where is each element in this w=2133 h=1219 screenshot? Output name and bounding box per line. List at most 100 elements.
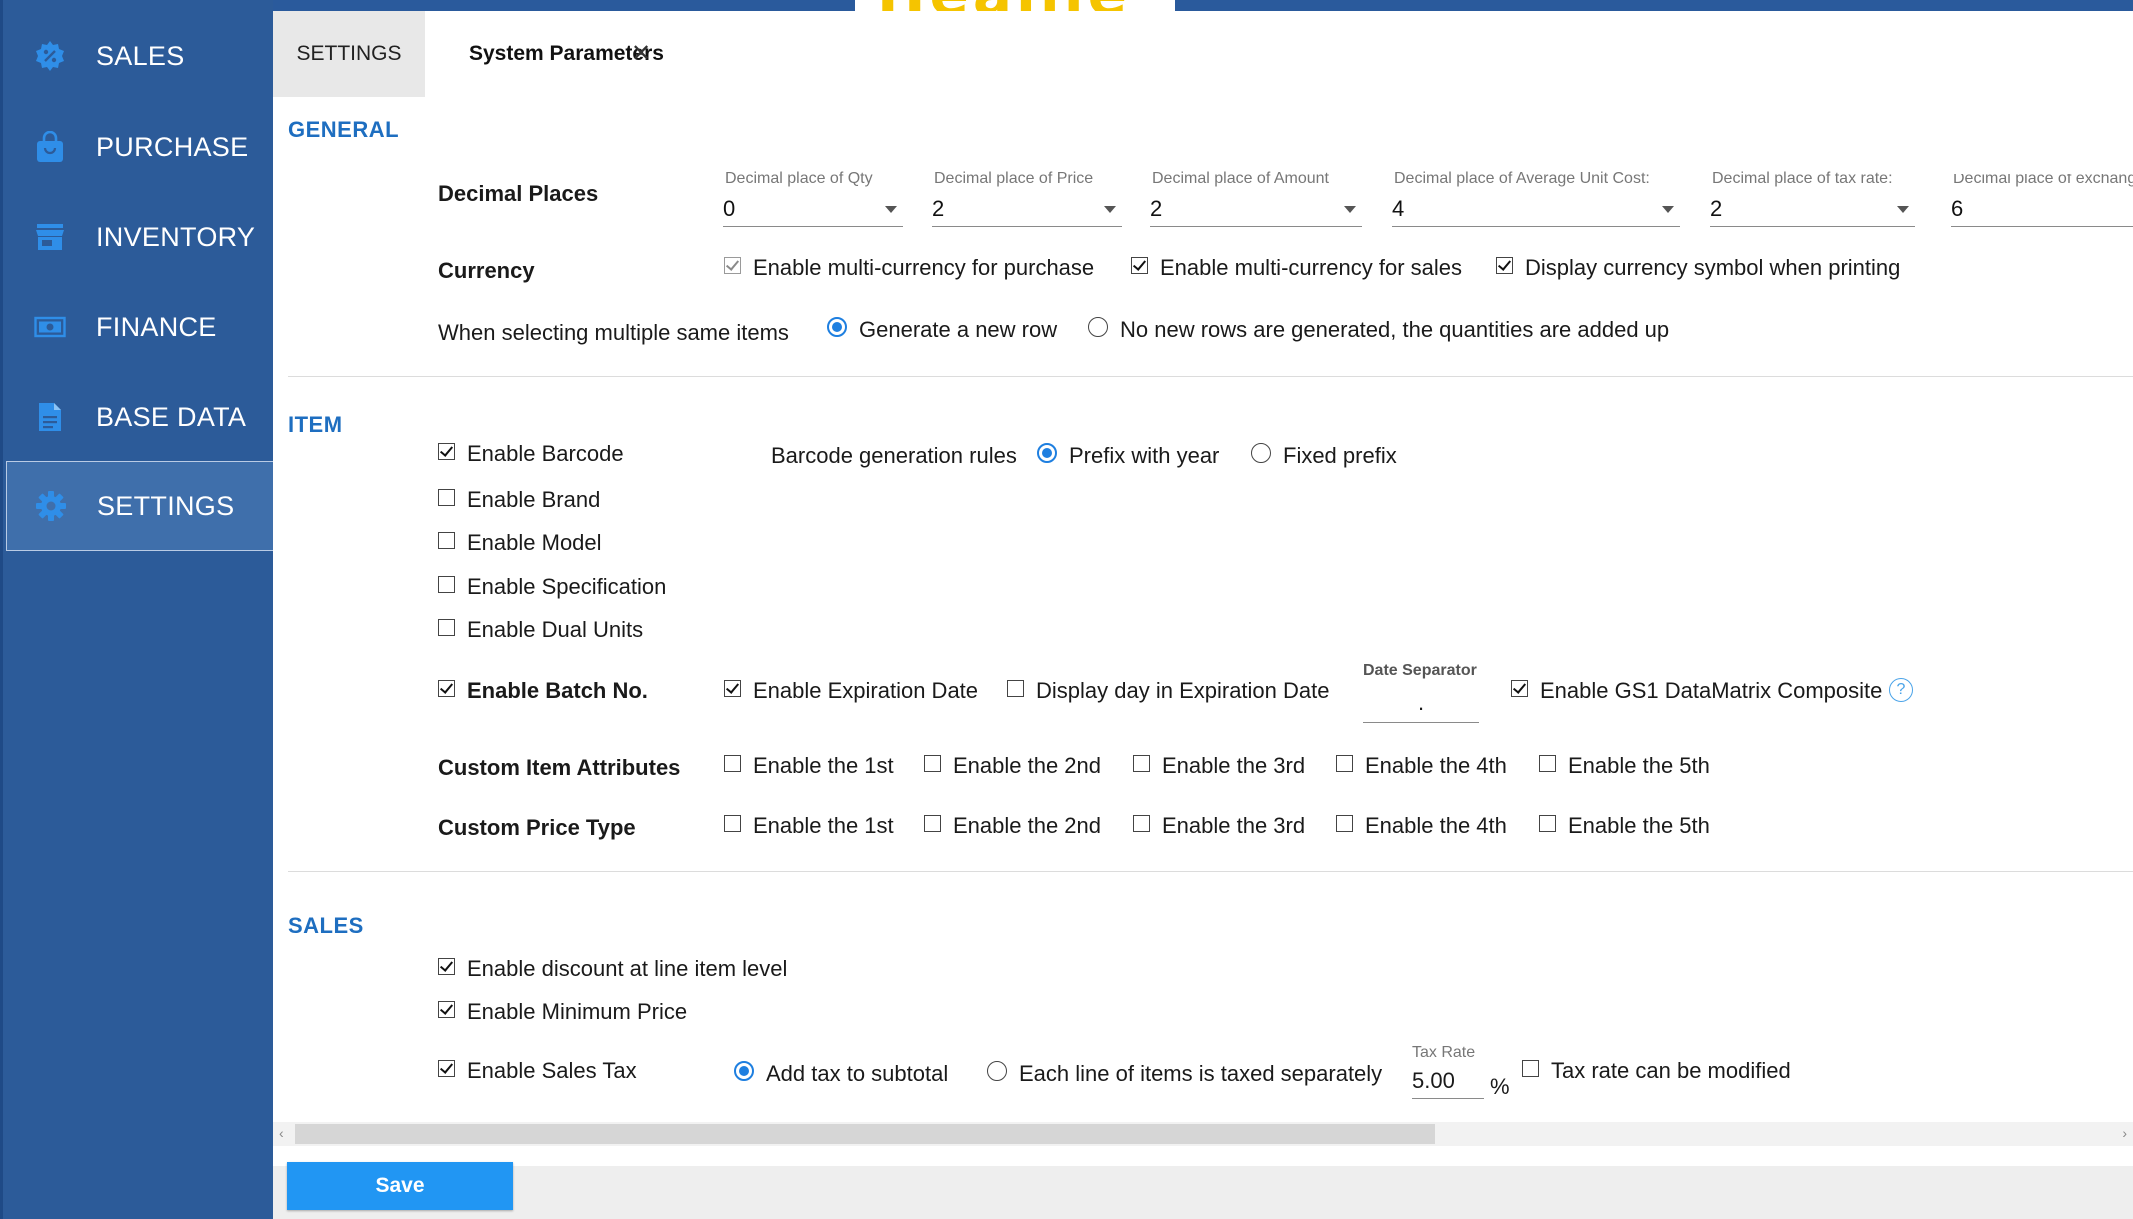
enable-expiration-date-checkbox[interactable]: Enable Expiration Date xyxy=(724,678,978,704)
enable-dual-units-checkbox[interactable]: Enable Dual Units xyxy=(438,617,643,643)
close-icon[interactable]: ✕ xyxy=(631,39,651,68)
tab-system-parameters[interactable]: System Parameters ✕ xyxy=(425,11,665,97)
percent-unit: % xyxy=(1490,1074,1510,1099)
enable-sales-tax-checkbox[interactable]: Enable Sales Tax xyxy=(438,1058,637,1084)
scroll-right-arrow-icon[interactable]: › xyxy=(2122,1125,2127,1141)
chevron-down-icon xyxy=(885,206,897,213)
checkbox-label: Enable Expiration Date xyxy=(753,678,979,703)
checkbox-box xyxy=(1007,679,1024,697)
store-icon xyxy=(32,219,68,255)
section-title-general: GENERAL xyxy=(288,117,400,142)
sidebar-item-label: SETTINGS xyxy=(97,490,235,521)
price-type-4-checkbox[interactable]: Enable the 4th xyxy=(1336,813,1507,839)
tax-rate-modifiable-checkbox[interactable]: Tax rate can be modified xyxy=(1522,1058,1791,1084)
radio-label: Prefix with year xyxy=(1069,443,1220,468)
multi-currency-purchase-checkbox[interactable]: Enable multi-currency for purchase xyxy=(724,255,1094,281)
footer-bar xyxy=(273,1166,2133,1219)
checkbox-label: Enable discount at line item level xyxy=(467,956,788,981)
enable-batch-no-checkbox[interactable]: Enable Batch No. xyxy=(438,678,648,704)
radio-dot xyxy=(1088,317,1108,337)
sidebar-item-label: INVENTORY xyxy=(96,221,256,252)
checkbox-label: Enable the 3rd xyxy=(1162,813,1306,838)
generate-new-row-radio[interactable]: Generate a new row xyxy=(827,317,1057,343)
chevron-down-icon xyxy=(1344,206,1356,213)
date-separator-input[interactable]: . xyxy=(1363,690,1479,723)
tax-rate-input[interactable]: 5.00 xyxy=(1412,1068,1484,1099)
radio-dot xyxy=(1251,443,1271,463)
prefix-with-year-radio[interactable]: Prefix with year xyxy=(1037,443,1219,469)
checkbox-label: Enable the 4th xyxy=(1365,813,1507,838)
tab-strip: SETTINGS System Parameters ✕ xyxy=(273,11,2133,97)
field-value: 4 xyxy=(1392,196,1405,221)
checkbox-box xyxy=(438,442,455,460)
price-type-3-checkbox[interactable]: Enable the 3rd xyxy=(1133,813,1305,839)
display-day-expiration-checkbox[interactable]: Display day in Expiration Date xyxy=(1007,678,1329,704)
decimal-price-select[interactable]: Decimal place of Price 2 xyxy=(932,170,1122,227)
price-type-1-checkbox[interactable]: Enable the 1st xyxy=(724,813,894,839)
field-value: 2 xyxy=(1710,196,1723,221)
scrollbar-thumb[interactable] xyxy=(295,1124,1435,1144)
enable-gs1-checkbox[interactable]: Enable GS1 DataMatrix Composite xyxy=(1511,678,1882,704)
enable-barcode-checkbox[interactable]: Enable Barcode xyxy=(438,441,624,467)
checkbox-box xyxy=(438,1059,455,1077)
price-type-5-checkbox[interactable]: Enable the 5th xyxy=(1539,813,1710,839)
barcode-rules-label: Barcode generation rules xyxy=(771,443,1017,468)
add-up-quantities-radio[interactable]: No new rows are generated, the quantitie… xyxy=(1088,317,1669,343)
scroll-left-arrow-icon[interactable]: ‹ xyxy=(279,1125,284,1141)
money-icon xyxy=(32,309,68,345)
checkbox-box xyxy=(724,814,741,832)
checkbox-box xyxy=(1496,256,1513,274)
price-type-2-checkbox[interactable]: Enable the 2nd xyxy=(924,813,1101,839)
document-icon xyxy=(32,399,68,435)
enable-line-discount-checkbox[interactable]: Enable discount at line item level xyxy=(438,956,787,982)
custom-attr-3-checkbox[interactable]: Enable the 3rd xyxy=(1133,753,1305,779)
checkbox-label: Tax rate can be modified xyxy=(1551,1058,1791,1083)
multi-currency-sales-checkbox[interactable]: Enable multi-currency for sales xyxy=(1131,255,1462,281)
field-caption: Decimal place of Qty xyxy=(725,170,873,187)
custom-attr-5-checkbox[interactable]: Enable the 5th xyxy=(1539,753,1710,779)
custom-attr-1-checkbox[interactable]: Enable the 1st xyxy=(724,753,894,779)
radio-label: No new rows are generated, the quantitie… xyxy=(1120,317,1670,342)
custom-attr-2-checkbox[interactable]: Enable the 2nd xyxy=(924,753,1101,779)
sidebar-item-settings[interactable]: SETTINGS xyxy=(6,461,276,551)
field-caption: Decimal place of Amount xyxy=(1152,170,1329,187)
custom-attr-4-checkbox[interactable]: Enable the 4th xyxy=(1336,753,1507,779)
enable-specification-checkbox[interactable]: Enable Specification xyxy=(438,574,666,600)
fixed-prefix-radio[interactable]: Fixed prefix xyxy=(1251,443,1397,469)
checkbox-box xyxy=(1539,814,1556,832)
enable-minimum-price-checkbox[interactable]: Enable Minimum Price xyxy=(438,999,687,1025)
currency-symbol-printing-checkbox[interactable]: Display currency symbol when printing xyxy=(1496,255,1900,281)
decimal-amount-select[interactable]: Decimal place of Amount 2 xyxy=(1150,170,1362,227)
checkbox-box xyxy=(1336,814,1353,832)
chevron-down-icon xyxy=(1662,206,1674,213)
decimal-qty-select[interactable]: Decimal place of Qty 0 xyxy=(723,170,903,227)
sidebar-item-base-data[interactable]: BASE DATA xyxy=(6,372,276,462)
sidebar-item-purchase[interactable]: PURCHASE xyxy=(6,102,276,192)
enable-model-checkbox[interactable]: Enable Model xyxy=(438,530,602,556)
decimal-places-label: Decimal Places xyxy=(438,181,599,206)
checkbox-box xyxy=(1539,754,1556,772)
field-value: 2 xyxy=(1150,196,1163,221)
checkbox-label: Enable Specification xyxy=(467,574,667,599)
sidebar-item-inventory[interactable]: INVENTORY xyxy=(6,192,276,282)
tax-each-line-radio[interactable]: Each line of items is taxed separately xyxy=(987,1061,1382,1087)
help-icon[interactable]: ? xyxy=(1889,678,1913,702)
decimal-tax-rate-select[interactable]: Decimal place of tax rate: 2 xyxy=(1710,170,1915,227)
same-items-label: When selecting multiple same items xyxy=(438,320,789,345)
checkbox-label: Display currency symbol when printing xyxy=(1525,255,1901,280)
decimal-exchange-select[interactable]: Decimal place of exchange 6 xyxy=(1951,174,2133,227)
checkbox-label: Enable the 5th xyxy=(1568,753,1710,778)
section-title-item: ITEM xyxy=(288,412,343,437)
brand-logo-text: Heaille xyxy=(877,0,1131,11)
checkbox-label: Enable Model xyxy=(467,530,602,555)
save-button[interactable]: Save xyxy=(287,1162,513,1210)
sidebar-item-sales[interactable]: SALES xyxy=(6,11,276,101)
add-tax-to-subtotal-radio[interactable]: Add tax to subtotal xyxy=(734,1061,948,1087)
tab-settings[interactable]: SETTINGS xyxy=(273,11,425,97)
checkbox-box xyxy=(1133,754,1150,772)
sidebar-item-finance[interactable]: FINANCE xyxy=(6,282,276,372)
section-title-sales: SALES xyxy=(288,913,364,938)
horizontal-scrollbar[interactable]: ‹ › xyxy=(273,1122,2133,1146)
enable-brand-checkbox[interactable]: Enable Brand xyxy=(438,487,600,513)
decimal-avg-cost-select[interactable]: Decimal place of Average Unit Cost: 4 xyxy=(1392,170,1680,227)
